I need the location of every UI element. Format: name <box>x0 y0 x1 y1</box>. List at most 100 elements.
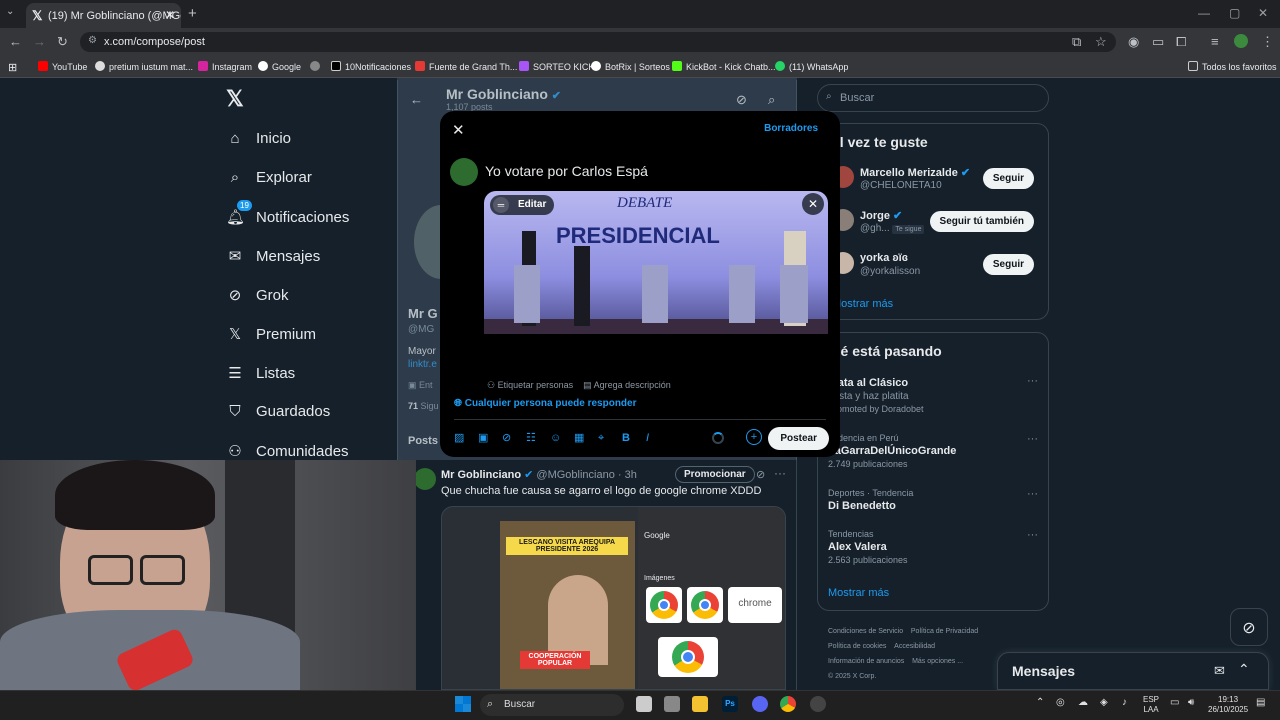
location-icon[interactable]: ⌖ <box>598 432 622 445</box>
trend-item[interactable]: Deportes · Tendencia Di Benedetto ··· <box>828 488 1038 512</box>
reload-icon[interactable]: ↻ <box>57 34 68 50</box>
trend-item[interactable]: Tendencias Alex Valera 2.563 publicacion… <box>828 529 1038 565</box>
wallet-icon[interactable]: ▭ <box>1152 34 1164 50</box>
clock[interactable]: 19:13 26/10/2025 <box>1208 695 1248 715</box>
bold-icon[interactable]: B <box>622 432 646 444</box>
tag-people-link[interactable]: ⚇ Etiquetar personas <box>487 380 573 390</box>
file-explorer-icon[interactable] <box>692 696 708 712</box>
grok-icon[interactable]: ⊘ <box>502 431 526 444</box>
maximize-icon[interactable]: ▢ <box>1229 6 1240 20</box>
microphone-tray-icon[interactable]: ♪ <box>1122 698 1127 708</box>
follow-button[interactable]: Seguir <box>982 168 1034 189</box>
show-more-link[interactable]: Mostrar más <box>832 298 893 310</box>
trend-item[interactable]: plata al Clásico uesta y haz platita Pro… <box>828 375 1038 414</box>
task-view-icon[interactable] <box>636 696 652 712</box>
grok-icon[interactable]: ⊘ <box>756 468 765 481</box>
footer-link[interactable]: Accesibilidad <box>894 643 935 650</box>
menu-icon[interactable]: ⋮ <box>1261 34 1274 50</box>
post-button[interactable]: Postear <box>768 427 829 450</box>
media-icon[interactable]: ▨ <box>454 431 478 444</box>
nav-notifications[interactable]: 🔔︎ 19 Notificaciones <box>226 200 349 226</box>
promote-button[interactable]: Promocionar <box>675 466 755 483</box>
reply-setting-button[interactable]: 🌐︎ Cualquier persona puede responder <box>454 398 637 409</box>
nav-communities[interactable]: ⚇ Comunidades <box>226 442 348 460</box>
apps-grid-icon[interactable]: ⊞ <box>8 61 17 74</box>
messages-dock[interactable]: Mensajes ✉ ⌃ <box>997 652 1269 690</box>
follow-back-button[interactable]: Seguir tú también <box>929 211 1034 232</box>
gif-icon[interactable]: ▣ <box>478 431 502 444</box>
x-logo-icon[interactable]: 𝕏 <box>226 86 244 112</box>
more-icon[interactable]: ··· <box>1027 433 1038 445</box>
all-bookmarks-folder[interactable]: Todos los favoritos <box>1188 61 1277 72</box>
bookmark-whatsapp[interactable]: (11) WhatsApp <box>775 61 848 72</box>
footer-link[interactable]: Más opciones ... <box>912 658 963 665</box>
schedule-icon[interactable]: ▦ <box>574 431 598 444</box>
tray-icon[interactable]: ◎ <box>1056 698 1065 708</box>
nav-bookmarks[interactable]: ⛉ Guardados <box>226 403 330 420</box>
cloud-icon[interactable]: ☁ <box>1078 698 1088 708</box>
bookmark-sorteo-kick[interactable]: SORTEO KICK <box>519 61 594 72</box>
tray-icon[interactable]: ◈ <box>1100 698 1108 708</box>
post-media[interactable]: LESCANO VISITA AREQUIPA PRESIDENTE 2026 … <box>441 506 786 690</box>
follow-button[interactable]: Seguir <box>982 254 1034 275</box>
bookmark-generic-icon[interactable] <box>310 61 324 72</box>
reading-list-icon[interactable]: ≡ <box>1211 34 1219 49</box>
app-icon[interactable] <box>810 696 826 712</box>
nav-messages[interactable]: ✉ Mensajes <box>226 247 321 265</box>
taskbar-search[interactable]: ⌕ Buscar <box>480 694 624 716</box>
add-post-icon[interactable]: + <box>746 429 762 445</box>
poll-icon[interactable]: ☷ <box>526 431 550 444</box>
back-icon[interactable]: ← <box>9 34 22 49</box>
footer-link[interactable]: Condiciones de Servicio <box>828 628 903 635</box>
cast-icon[interactable]: ⧉ <box>1072 34 1081 50</box>
emoji-icon[interactable]: ☺ <box>550 432 574 444</box>
grok-fab-button[interactable]: ⊘ <box>1230 608 1268 646</box>
feed-post[interactable]: Mr Goblinciano ✔ @MGoblinciano · 3h Prom… <box>397 460 797 690</box>
volume-icon[interactable]: 🔊︎ <box>1188 698 1194 708</box>
photoshop-icon[interactable]: Ps <box>722 696 738 712</box>
footer-link[interactable]: Política de Privacidad <box>911 628 978 635</box>
close-tab-icon[interactable]: ✕ <box>165 8 175 22</box>
more-icon[interactable]: ··· <box>1027 529 1038 541</box>
footer-link[interactable]: Información de anuncios <box>828 658 904 665</box>
more-icon[interactable]: ··· <box>774 466 786 480</box>
bookmark-10notificaciones[interactable]: 10Notificaciones <box>331 61 411 72</box>
nav-premium[interactable]: 𝕏 Premium <box>226 325 316 343</box>
site-info-icon[interactable]: ⚙ <box>88 35 97 46</box>
bookmark-pretium[interactable]: pretium iustum mat... <box>95 61 193 72</box>
nav-home[interactable]: ⌂ Inicio <box>226 130 291 147</box>
nav-explore[interactable]: ⌕ Explorar <box>226 169 312 186</box>
bookmark-instagram[interactable]: Instagram <box>198 61 252 72</box>
compose-text-input[interactable]: Yo votare por Carlos Espá <box>485 163 648 179</box>
footer-link[interactable]: Política de cookies <box>828 643 886 650</box>
italic-icon[interactable]: I <box>646 432 670 444</box>
new-message-icon[interactable]: ✉ <box>1214 663 1225 679</box>
profile-avatar-icon[interactable] <box>1234 34 1248 48</box>
app-icon[interactable] <box>664 696 680 712</box>
extensions-puzzle-icon[interactable]: ⧠ <box>1176 34 1186 50</box>
more-icon[interactable]: ··· <box>1027 488 1038 500</box>
new-tab-button[interactable]: + <box>188 5 197 22</box>
more-icon[interactable]: ··· <box>1027 375 1038 387</box>
drafts-link[interactable]: Borradores <box>764 123 818 134</box>
edit-media-button[interactable]: ═ Editar <box>490 195 555 215</box>
expand-icon[interactable]: ⌃ <box>1238 661 1250 678</box>
windows-start-icon[interactable] <box>455 696 471 712</box>
bookmark-star-icon[interactable]: ☆ <box>1095 34 1107 50</box>
forward-icon[interactable]: → <box>33 34 46 49</box>
bookmark-botrix[interactable]: BotRix | Sorteos <box>591 61 670 72</box>
bookmark-google[interactable]: Google <box>258 61 301 72</box>
extension-icon[interactable]: ◉ <box>1128 34 1139 50</box>
browser-tab[interactable]: 𝕏 (19) Mr Goblinciano (@MGoblinc ✕ <box>26 3 181 28</box>
tab-list-icon[interactable]: ⌄ <box>6 6 14 17</box>
trend-item[interactable]: endencia en Perú LaGarraDelÚnicoGrande 2… <box>828 433 1038 469</box>
minimize-icon[interactable]: — <box>1198 6 1210 20</box>
discord-icon[interactable] <box>752 696 768 712</box>
chrome-icon[interactable] <box>780 696 796 712</box>
notification-center-icon[interactable]: ▤ <box>1256 698 1265 708</box>
bookmark-fuente[interactable]: Fuente de Grand Th... <box>415 61 517 72</box>
nav-grok[interactable]: ⊘ Grok <box>226 286 289 304</box>
remove-media-button[interactable]: ✕ <box>802 193 824 215</box>
bookmark-kickbot[interactable]: KickBot - Kick Chatb... <box>672 61 776 72</box>
network-icon[interactable]: ▭ <box>1170 698 1179 708</box>
